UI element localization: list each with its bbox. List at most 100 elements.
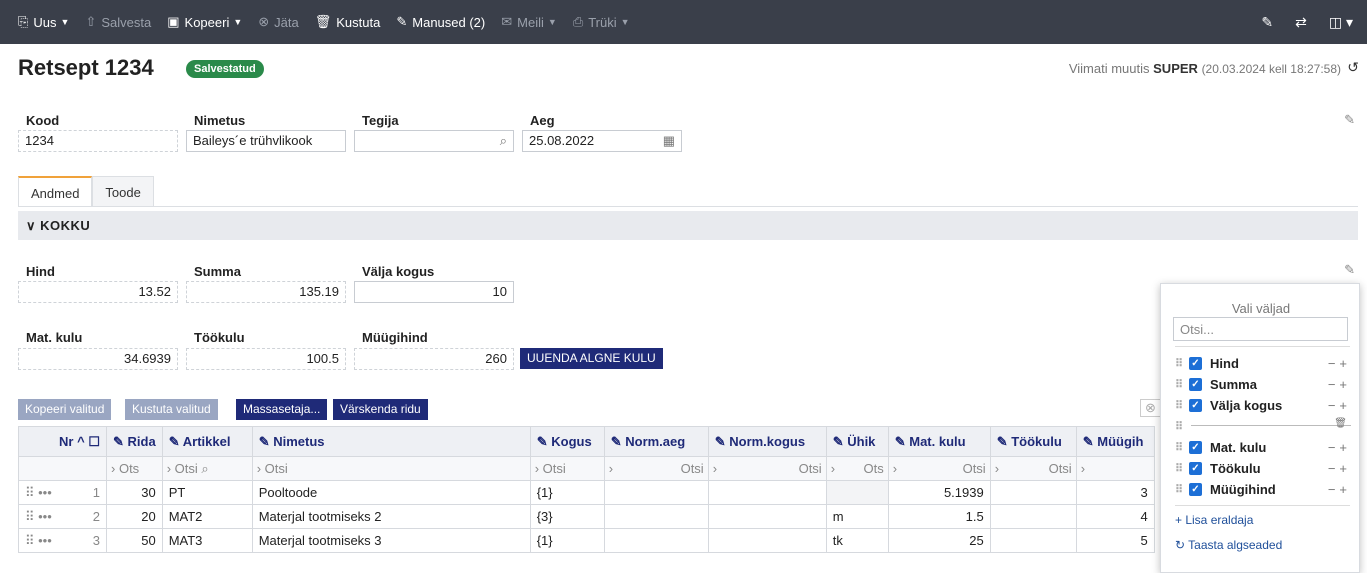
drag-handle-icon[interactable]: ⠿	[1175, 483, 1189, 496]
cell-kogus[interactable]: {3}	[529, 504, 605, 529]
delete-selected-button[interactable]: Kustuta valitud	[125, 399, 218, 420]
tab-andmed[interactable]: Andmed	[18, 176, 93, 207]
search-icon[interactable]: ⌕	[201, 461, 208, 476]
swap-icon[interactable]: ⇄	[1295, 14, 1307, 31]
field-option[interactable]: ⠿ ✓ Mat. kulu −+	[1175, 437, 1355, 457]
cancel-button[interactable]: ⊗ Jäta	[258, 14, 298, 30]
field-option[interactable]: ⠿ ✓ Töökulu −+	[1175, 458, 1355, 478]
checkbox-checked[interactable]: ✓	[1189, 482, 1202, 496]
new-button[interactable]: ⎘ Uus ▼	[18, 14, 69, 30]
cell-kogus[interactable]: {1}	[529, 480, 605, 505]
row-number[interactable]: ⠿ ••• 1	[18, 480, 107, 505]
history-icon[interactable]: ↺	[1347, 59, 1359, 76]
cell-normaeg[interactable]	[603, 528, 709, 553]
cell-mat-kulu[interactable]: 1.5	[887, 504, 991, 529]
nimetus-field[interactable]: Baileys´e trühvlikook	[186, 130, 346, 152]
filter-normkogus[interactable]: › Otsi	[707, 456, 827, 481]
cell-tookulu[interactable]	[989, 480, 1077, 505]
tegija-field[interactable]: ⌕	[354, 130, 514, 152]
checkbox-checked[interactable]: ✓	[1189, 461, 1202, 475]
col-header-rida[interactable]: ✎ Rida	[106, 426, 163, 457]
mass-setter-button[interactable]: Massasetaja...	[236, 399, 328, 420]
cell-normkogus[interactable]	[707, 528, 827, 553]
cell-yhik[interactable]: tk	[825, 528, 889, 553]
field-option[interactable]: ⠿ ✓ Hind −+	[1175, 353, 1355, 373]
col-header-kogus[interactable]: ✎ Kogus	[529, 426, 605, 457]
delete-button[interactable]: 🗑 Kustuta	[315, 14, 381, 30]
col-header-yhik[interactable]: ✎ Ühik	[825, 426, 889, 457]
copy-selected-button[interactable]: Kopeeri valitud	[18, 399, 112, 420]
separator-row[interactable]: ⠿	[1175, 416, 1355, 436]
cell-rida[interactable]: 30	[106, 480, 163, 505]
update-original-cost-button[interactable]: UUENDA ALGNE KULU	[520, 348, 663, 369]
print-button[interactable]: ⎙ Trüki ▼	[573, 14, 630, 30]
col-header-nimetus[interactable]: ✎ Nimetus	[251, 426, 531, 457]
table-row[interactable]: ⠿ ••• 1 30 PT Pooltoode {1} 5.1939 3	[18, 480, 1155, 505]
cell-mat-kulu[interactable]: 25	[887, 528, 991, 553]
panel-search-input[interactable]: Otsi...	[1173, 317, 1348, 341]
save-button[interactable]: ⇧ Salvesta	[85, 14, 151, 30]
field-option[interactable]: ⠿ ✓ Müügihind −+	[1175, 479, 1355, 499]
cell-normaeg[interactable]	[603, 480, 709, 505]
row-number[interactable]: ⠿ ••• 2	[18, 504, 107, 529]
cell-nimetus[interactable]: Materjal tootmiseks 3	[251, 528, 531, 553]
aeg-field[interactable]: 25.08.2022 ▦	[522, 130, 682, 152]
refresh-rows-button[interactable]: Värskenda ridu	[333, 399, 428, 420]
attachments-button[interactable]: ✎ Manused (2)	[396, 14, 485, 30]
cell-kogus[interactable]: {1}	[529, 528, 605, 553]
cell-normkogus[interactable]	[707, 480, 827, 505]
drag-handle-icon[interactable]: ⠿	[1175, 462, 1189, 475]
filter-mat-kulu[interactable]: › Otsi	[887, 456, 991, 481]
cell-tookulu[interactable]	[989, 504, 1077, 529]
cell-rida[interactable]: 20	[106, 504, 163, 529]
remove-add-controls[interactable]: −+	[1328, 398, 1351, 413]
wrench-icon[interactable]: ✎	[1344, 112, 1355, 128]
remove-add-controls[interactable]: −+	[1328, 377, 1351, 392]
email-button[interactable]: ✉ Meili ▼	[501, 14, 557, 30]
col-header-tookulu[interactable]: ✎ Töökulu	[989, 426, 1077, 457]
table-row[interactable]: ⠿ ••• 2 20 MAT2 Materjal tootmiseks 2 {3}…	[18, 504, 1155, 529]
remove-add-controls[interactable]: −+	[1328, 440, 1351, 455]
row-number[interactable]: ⠿ ••• 3	[18, 528, 107, 553]
tab-toode[interactable]: Toode	[92, 176, 154, 207]
wrench-icon[interactable]: ✎	[1261, 14, 1273, 31]
field-option[interactable]: ⠿ ✓ Summa −+	[1175, 374, 1355, 394]
cell-yhik[interactable]: m	[825, 504, 889, 529]
checkbox-checked[interactable]: ✓	[1189, 356, 1202, 370]
drag-handle-icon[interactable]: ⠿	[1175, 357, 1189, 370]
filter-kogus[interactable]: › Otsi	[529, 456, 605, 481]
checkbox-checked[interactable]: ✓	[1189, 377, 1202, 391]
checkbox-checked[interactable]: ✓	[1189, 398, 1202, 412]
drag-handle-icon[interactable]: ⠿	[1175, 378, 1189, 391]
cell-nimetus[interactable]: Materjal tootmiseks 2	[251, 504, 531, 529]
remove-add-controls[interactable]: −+	[1328, 482, 1351, 497]
cell-artikkel[interactable]: MAT3	[161, 528, 253, 553]
filter-tookulu[interactable]: › Otsi	[989, 456, 1077, 481]
cell-artikkel[interactable]: MAT2	[161, 504, 253, 529]
filter-yhik[interactable]: › Ots	[825, 456, 889, 481]
cell-muugihind[interactable]: 5	[1075, 528, 1155, 553]
trash-icon[interactable]: 🗑	[1334, 418, 1347, 429]
cell-mat-kulu[interactable]: 5.1939	[887, 480, 991, 505]
drag-handle-icon[interactable]: ⠿	[1175, 420, 1189, 433]
add-separator-link[interactable]: + Lisa eraldaja	[1175, 513, 1253, 527]
cell-artikkel[interactable]: PT	[161, 480, 253, 505]
cell-yhik[interactable]	[825, 480, 889, 505]
col-header-mat-kulu[interactable]: ✎ Mat. kulu	[887, 426, 991, 457]
wrench-icon[interactable]: ✎	[1344, 262, 1355, 278]
valja-kogus-field[interactable]: 10	[354, 281, 514, 303]
cell-nimetus[interactable]: Pooltoode	[251, 480, 531, 505]
col-header-nr[interactable]: Nr ^ ☐	[18, 426, 107, 457]
field-option[interactable]: ⠿ ✓ Välja kogus −+	[1175, 395, 1355, 415]
drag-handle-icon[interactable]: ⠿	[1175, 441, 1189, 454]
cell-tookulu[interactable]	[989, 528, 1077, 553]
filter-nimetus[interactable]: › Otsi	[251, 456, 531, 481]
copy-button[interactable]: ▣ Kopeeri ▼	[167, 14, 242, 30]
select-all-checkbox[interactable]: ☐	[88, 434, 100, 449]
cell-muugihind[interactable]: 4	[1075, 504, 1155, 529]
cell-normkogus[interactable]	[707, 504, 827, 529]
remove-add-controls[interactable]: −+	[1328, 461, 1351, 476]
col-header-normkogus[interactable]: ✎ Norm.kogus	[707, 426, 827, 457]
filter-muugihind[interactable]: ›	[1075, 456, 1155, 481]
filter-rida[interactable]: › Ots	[106, 456, 163, 481]
